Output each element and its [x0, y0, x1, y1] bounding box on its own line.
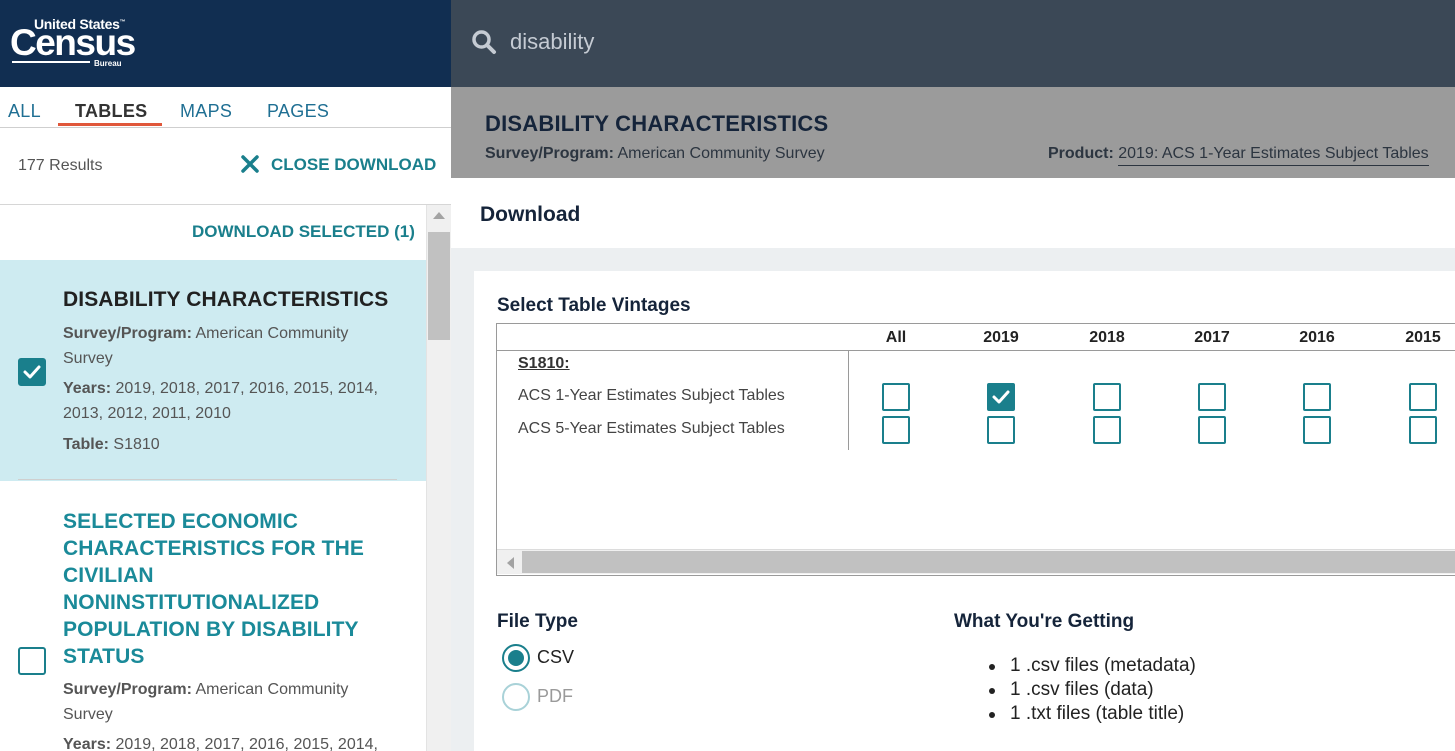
result-item[interactable]: SELECTED ECONOMIC CHARACTERISTICS FOR TH…: [0, 481, 426, 751]
results-count: 177 Results: [18, 157, 103, 174]
result-item[interactable]: DISABILITY CHARACTERISTICS Survey/Progra…: [0, 260, 426, 481]
table-title: DISABILITY CHARACTERISTICS: [485, 111, 829, 136]
active-tab-indicator: [58, 123, 162, 126]
vintage-checkbox-acs5-2015[interactable]: [1409, 416, 1437, 444]
vintages-label: Select Table Vintages: [497, 295, 691, 316]
download-card: Select Table Vintages All 2019 2018 2017…: [474, 271, 1455, 751]
scroll-up-arrow-icon[interactable]: [433, 212, 445, 219]
vintages-table: All 2019 2018 2017 2016 2015 S1810: ACS …: [496, 323, 1455, 576]
results-list: DOWNLOAD SELECTED (1) DISABILITY CHARACT…: [0, 205, 451, 751]
column-header-2019: 2019: [983, 329, 1019, 346]
download-contents-list: 1 .csv files (metadata) 1 .csv files (da…: [989, 654, 1196, 726]
file-type-label: File Type: [497, 611, 578, 632]
list-item: 1 .txt files (table title): [989, 702, 1196, 726]
list-item: 1 .csv files (metadata): [989, 654, 1196, 678]
result-years: Years: 2019, 2018, 2017, 2016, 2015, 201…: [63, 380, 378, 422]
table-header-divider: [497, 350, 1455, 351]
scroll-left-arrow-icon[interactable]: [507, 557, 514, 569]
vintage-checkbox-acs1-all[interactable]: [882, 383, 910, 411]
close-download-button[interactable]: CLOSE DOWNLOAD: [240, 154, 436, 175]
vintage-checkbox-acs1-2015[interactable]: [1409, 383, 1437, 411]
result-survey: Survey/Program: American Community Surve…: [63, 325, 349, 367]
logo-bar: United States™ Census Bureau: [0, 0, 451, 87]
close-download-label: CLOSE DOWNLOAD: [271, 154, 437, 174]
download-selected-button[interactable]: DOWNLOAD SELECTED (1): [192, 222, 415, 242]
radio-selected-dot: [508, 650, 524, 666]
logo-underline: [12, 61, 90, 63]
vintage-checkbox-acs1-2018[interactable]: [1093, 383, 1121, 411]
row-label-acs5: ACS 5-Year Estimates Subject Tables: [518, 420, 785, 437]
result-table-id: Table: S1810: [63, 436, 160, 453]
download-body: Select Table Vintages All 2019 2018 2017…: [451, 248, 1455, 751]
vintage-checkbox-acs1-2019[interactable]: [987, 383, 1015, 411]
search-icon[interactable]: [471, 29, 497, 60]
download-header: Download: [451, 178, 1455, 248]
logo-line3: Bureau: [94, 59, 122, 68]
vintage-checkbox-acs5-2019[interactable]: [987, 416, 1015, 444]
tab-maps[interactable]: MAPS: [180, 101, 232, 122]
result-survey: Survey/Program: American Community Surve…: [63, 681, 349, 723]
result-title[interactable]: DISABILITY CHARACTERISTICS: [63, 286, 403, 313]
result-checkbox[interactable]: [18, 647, 46, 675]
download-title: Download: [480, 203, 581, 226]
table-survey: Survey/Program: American Community Surve…: [485, 145, 825, 162]
pdf-label: PDF: [537, 686, 573, 706]
tab-all[interactable]: ALL: [8, 101, 41, 122]
csv-label[interactable]: CSV: [537, 647, 574, 668]
vintage-checkbox-acs5-2017[interactable]: [1198, 416, 1226, 444]
search-bar: [451, 0, 1455, 87]
table-column-divider: [848, 351, 849, 450]
results-toolbar: 177 Results CLOSE DOWNLOAD: [0, 128, 451, 205]
scrollbar-thumb[interactable]: [428, 232, 450, 340]
result-checkbox[interactable]: [18, 358, 46, 386]
result-years: Years: 2019, 2018, 2017, 2016, 2015, 201…: [63, 736, 378, 751]
vintage-checkbox-acs1-2017[interactable]: [1198, 383, 1226, 411]
census-logo[interactable]: United States™ Census Bureau: [10, 14, 136, 70]
row-label-acs1: ACS 1-Year Estimates Subject Tables: [518, 387, 785, 404]
result-divider: [18, 479, 397, 480]
checkmark-icon: [992, 390, 1010, 404]
vintage-checkbox-acs5-2016[interactable]: [1303, 416, 1331, 444]
close-icon: [240, 154, 260, 175]
checkmark-icon: [23, 365, 41, 379]
column-header-all: All: [885, 329, 907, 346]
tab-tables[interactable]: TABLES: [75, 101, 147, 122]
pdf-radio[interactable]: [502, 683, 530, 711]
list-item: 1 .csv files (data): [989, 678, 1196, 702]
csv-radio[interactable]: [502, 644, 530, 672]
tab-pages[interactable]: PAGES: [267, 101, 329, 122]
table-code: S1810:: [518, 355, 570, 372]
horizontal-scrollbar-thumb[interactable]: [522, 551, 1455, 573]
table-product: Product: 2019: ACS 1-Year Estimates Subj…: [1048, 145, 1429, 166]
table-header: DISABILITY CHARACTERISTICS Survey/Progra…: [451, 87, 1455, 178]
result-tabs: ALL TABLES MAPS PAGES: [0, 87, 451, 128]
product-select[interactable]: 2019: ACS 1-Year Estimates Subject Table…: [1118, 145, 1429, 166]
results-scrollbar[interactable]: [426, 205, 451, 751]
search-input[interactable]: [510, 24, 1110, 60]
what-youre-getting-label: What You're Getting: [954, 611, 1135, 632]
vintage-checkbox-acs1-2016[interactable]: [1303, 383, 1331, 411]
result-title[interactable]: SELECTED ECONOMIC CHARACTERISTICS FOR TH…: [63, 508, 403, 670]
vintage-checkbox-acs5-2018[interactable]: [1093, 416, 1121, 444]
logo-line2: Census: [10, 22, 136, 63]
left-panel: United States™ Census Bureau ALL TABLES …: [0, 0, 451, 751]
vintage-checkbox-acs5-all[interactable]: [882, 416, 910, 444]
column-header-2017: 2017: [1194, 329, 1230, 346]
vintages-horizontal-scrollbar[interactable]: [497, 549, 1455, 574]
column-header-2016: 2016: [1299, 329, 1335, 346]
column-header-2018: 2018: [1089, 329, 1125, 346]
column-header-2015: 2015: [1405, 329, 1441, 346]
